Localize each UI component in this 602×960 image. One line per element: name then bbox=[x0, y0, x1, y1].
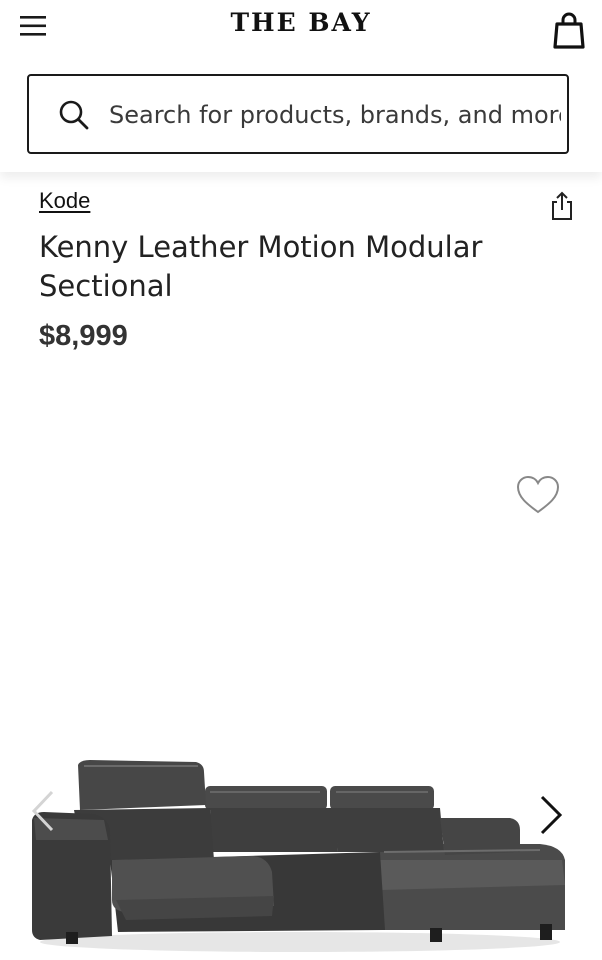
search-bar[interactable] bbox=[27, 74, 569, 154]
shopping-bag-button[interactable] bbox=[552, 10, 586, 50]
next-image-button[interactable] bbox=[534, 792, 568, 838]
product-image bbox=[32, 760, 565, 952]
share-button[interactable] bbox=[548, 190, 576, 222]
search-input[interactable] bbox=[109, 90, 561, 140]
heart-icon bbox=[516, 475, 560, 514]
shopping-bag-icon bbox=[553, 12, 585, 49]
site-logo[interactable]: THE BAY bbox=[0, 8, 602, 37]
previous-image-button[interactable] bbox=[26, 786, 60, 836]
product-image-gallery[interactable] bbox=[0, 560, 602, 960]
chevron-right-icon bbox=[540, 795, 563, 835]
product-title: Kenny Leather Motion Modular Sectional bbox=[39, 230, 483, 303]
search-icon bbox=[59, 100, 89, 130]
product-price: $8,999 bbox=[39, 320, 128, 352]
brand-link[interactable]: Kode bbox=[39, 188, 90, 214]
wishlist-button[interactable] bbox=[515, 474, 561, 516]
share-icon bbox=[552, 191, 572, 220]
chevron-left-icon bbox=[31, 790, 54, 832]
site-header: THE BAY bbox=[0, 0, 602, 172]
